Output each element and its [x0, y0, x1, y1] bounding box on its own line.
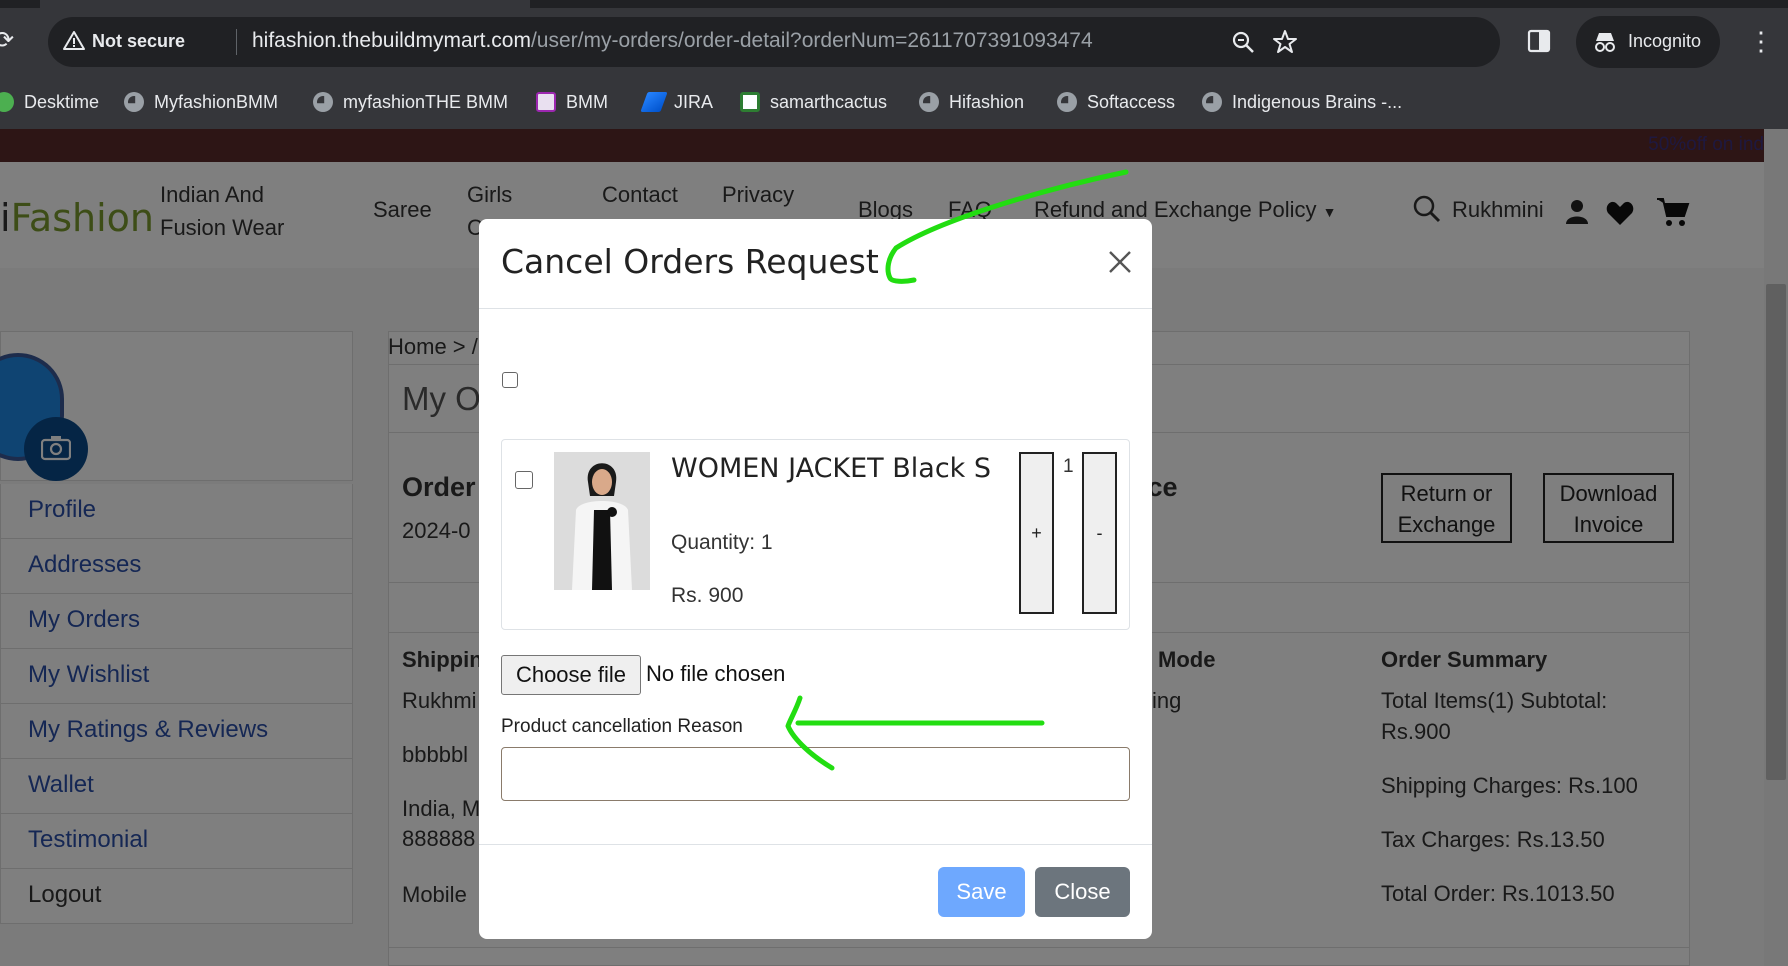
choose-file-button[interactable]: Choose file — [501, 655, 641, 695]
product-price: Rs. 900 — [671, 584, 744, 607]
bookmark-desktime[interactable]: Desktime — [0, 88, 99, 116]
globe-icon — [1202, 92, 1222, 112]
url-path: /user/my-orders/order-detail?orderNum=26… — [530, 29, 1093, 52]
divider — [479, 844, 1152, 845]
toolbar: ⟳ Not secure hifashion.thebuildmymart.co… — [0, 8, 1788, 76]
globe-icon — [124, 92, 144, 112]
bookmark-softaccess[interactable]: Softaccess — [1057, 88, 1175, 116]
security-label[interactable]: Not secure — [92, 31, 185, 52]
bmm-icon — [536, 92, 556, 112]
reason-label: Product cancellation Reason — [501, 716, 743, 737]
product-name: WOMEN JACKET Black S — [671, 453, 992, 484]
bookmark-label: MyfashionBMM — [154, 91, 279, 112]
url-text[interactable]: hifashion.thebuildmymart.com/user/my-ord… — [252, 29, 1093, 53]
bookmark-hifashion[interactable]: Hifashion — [919, 88, 1024, 116]
incognito-label: Incognito — [1628, 31, 1702, 51]
globe-icon — [313, 92, 333, 112]
save-button[interactable]: Save — [938, 867, 1025, 917]
product-image[interactable] — [554, 452, 650, 590]
browser-chrome: ⟳ Not secure hifashion.thebuildmymart.co… — [0, 0, 1788, 129]
bookmarks-bar: Desktime MyfashionBMM myfashionTHE BMM B… — [0, 76, 1788, 129]
bookmark-label: Softaccess — [1087, 91, 1176, 112]
menu-icon[interactable]: ⋮ — [1748, 28, 1774, 54]
url-host: hifashion.thebuildmymart.com — [252, 29, 531, 52]
item-checkbox[interactable] — [515, 471, 533, 489]
modal-title: Cancel Orders Request — [501, 242, 879, 281]
incognito-badge[interactable]: Incognito — [1576, 16, 1720, 68]
bookmark-label: BMM — [566, 91, 608, 112]
bookmark-myfashion-the-bmm[interactable]: myfashionTHE BMM — [313, 88, 508, 116]
product-photo — [554, 452, 650, 590]
address-bar[interactable]: Not secure hifashion.thebuildmymart.com/… — [48, 17, 1500, 67]
incognito-icon — [1595, 33, 1615, 52]
side-panel-icon[interactable] — [1526, 28, 1552, 54]
modal-header: Cancel Orders Request — [479, 219, 1152, 309]
file-status: No file chosen — [646, 661, 786, 686]
bookmark-myfashionbmm[interactable]: MyfashionBMM — [124, 88, 278, 116]
quantity-value: 1 — [1063, 456, 1074, 477]
product-quantity: Quantity: 1 — [671, 531, 773, 554]
cactus-icon — [740, 92, 760, 112]
close-button[interactable]: Close — [1035, 867, 1130, 917]
bookmark-label: Hifashion — [949, 91, 1025, 112]
bookmark-jira[interactable]: JIRA — [640, 88, 714, 116]
bookmark-indigenous-brains[interactable]: Indigenous Brains -... — [1202, 88, 1402, 116]
globe-icon — [1057, 92, 1077, 112]
active-tab[interactable] — [40, 0, 530, 8]
bookmark-label: Desktime — [24, 91, 100, 112]
reload-icon[interactable]: ⟳ — [0, 28, 20, 54]
cancel-order-modal: Cancel Orders Request WOMEN JACKET Black… — [479, 219, 1152, 939]
order-item-card: WOMEN JACKET Black S Quantity: 1 Rs. 900… — [501, 439, 1130, 630]
divider — [236, 29, 237, 55]
cancellation-reason-input[interactable] — [501, 747, 1130, 801]
bookmark-bmm[interactable]: BMM — [536, 88, 608, 116]
zoom-icon[interactable] — [1230, 29, 1256, 55]
increment-button[interactable]: + — [1019, 452, 1054, 614]
star-icon[interactable] — [1272, 29, 1298, 55]
bookmark-label: Indigenous Brains -... — [1232, 91, 1403, 112]
decrement-button[interactable]: - — [1082, 452, 1117, 614]
warning-icon[interactable] — [62, 29, 86, 53]
close-icon[interactable] — [1107, 249, 1133, 275]
bookmark-label: myfashionTHE BMM — [343, 91, 509, 112]
globe-icon — [919, 92, 939, 112]
bookmark-samarthcactus[interactable]: samarthcactus — [740, 88, 887, 116]
jira-icon — [640, 92, 668, 112]
bookmark-label: JIRA — [674, 91, 714, 112]
bookmark-label: samarthcactus — [770, 91, 888, 112]
select-all-checkbox[interactable] — [502, 372, 518, 388]
desktime-icon — [0, 92, 14, 112]
